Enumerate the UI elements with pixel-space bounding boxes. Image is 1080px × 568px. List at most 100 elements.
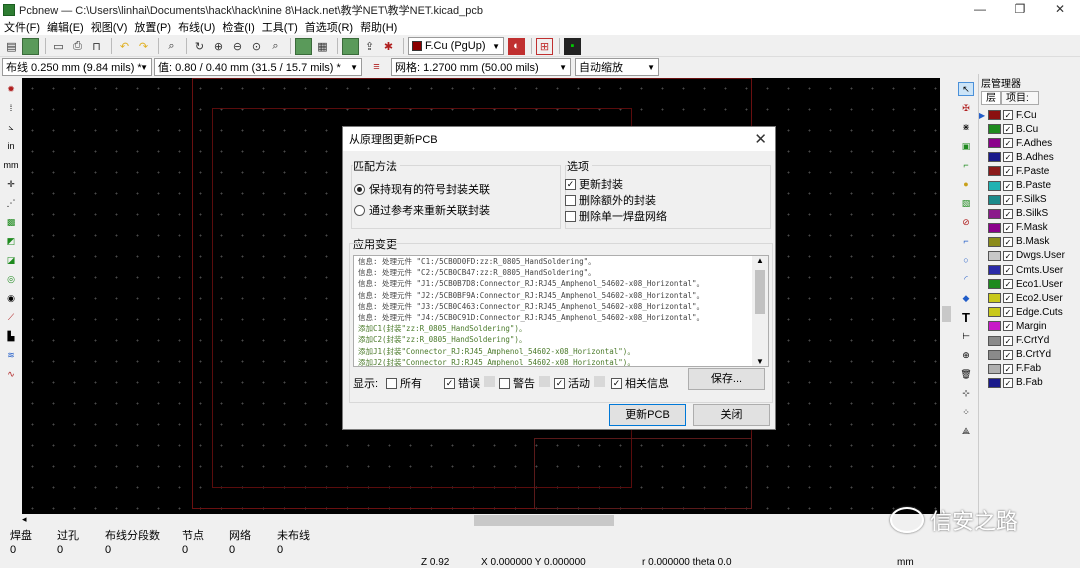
add-dimension-icon[interactable]: ⊢ xyxy=(958,329,974,343)
units-inch-icon[interactable]: in xyxy=(3,139,19,153)
tab-items[interactable]: 项目: xyxy=(1001,91,1039,105)
track-sketch-icon[interactable]: ⟋ xyxy=(3,310,19,324)
chevron-up-icon[interactable]: ▲ xyxy=(756,256,764,265)
radio-keep-associations[interactable]: 保持现有的符号封装关联 xyxy=(354,181,490,197)
highlight-net-icon[interactable]: ✠ xyxy=(958,101,974,115)
layer-visibility-checkbox[interactable]: ✓ xyxy=(1003,279,1013,290)
add-text-icon[interactable]: T xyxy=(958,310,974,325)
layer-row[interactable]: ✓ Eco1.User xyxy=(979,277,1080,291)
find-icon[interactable]: ⌕ xyxy=(163,38,180,55)
layer-row[interactable]: ✓ Dwgs.User xyxy=(979,249,1080,263)
zoom-out-icon[interactable]: ⊖ xyxy=(229,38,246,55)
layer-row[interactable]: ✓ Edge.Cuts xyxy=(979,305,1080,319)
layer-row[interactable]: ✓ B.Paste xyxy=(979,178,1080,192)
layer-color-swatch[interactable] xyxy=(988,166,1001,177)
page-settings-icon[interactable]: ▭ xyxy=(50,38,67,55)
netlist-icon[interactable] xyxy=(342,37,359,55)
horizontal-scrollbar[interactable]: ◂ xyxy=(22,514,940,527)
keepout-icon[interactable]: ⊘ xyxy=(958,215,974,229)
checkbox-delete-extra-footprints[interactable]: 删除额外的封装 xyxy=(565,192,656,208)
layer-row[interactable]: ✓ Cmts.User xyxy=(979,263,1080,277)
layer-color-swatch[interactable] xyxy=(988,265,1001,276)
restore-button[interactable]: ❐ xyxy=(1000,0,1040,19)
add-via-icon[interactable]: ● xyxy=(958,177,974,191)
add-circle-icon[interactable]: ○ xyxy=(958,253,974,267)
pad-sketch-icon[interactable]: ◎ xyxy=(3,272,19,286)
layer-row[interactable]: ✓ F.CrtYd xyxy=(979,334,1080,348)
layer-color-swatch[interactable] xyxy=(988,279,1001,290)
save-log-button[interactable]: 保存... xyxy=(688,368,765,390)
add-line-icon[interactable]: ⌐ xyxy=(958,234,974,248)
checkbox-update-footprints[interactable]: ✓ 更新封装 xyxy=(565,176,623,192)
layer-color-swatch[interactable] xyxy=(988,124,1001,135)
log-scrollbar[interactable]: ▲ ▼ xyxy=(752,256,768,366)
local-ratsnest-icon[interactable]: ⋇ xyxy=(958,120,974,134)
scroll-left-icon[interactable]: ◂ xyxy=(22,514,27,525)
filter-warning-checkbox[interactable]: 警告 xyxy=(499,375,535,391)
tab-layers[interactable]: 层 xyxy=(981,91,1001,105)
grid-origin-icon[interactable]: ⁘ xyxy=(958,405,974,419)
layer-visibility-checkbox[interactable]: ✓ xyxy=(1003,307,1013,318)
vertical-scrollbar[interactable] xyxy=(940,78,953,514)
refresh-icon[interactable]: ↻ xyxy=(191,38,208,55)
layer-visibility-checkbox[interactable]: ✓ xyxy=(1003,180,1013,191)
menu-inspect[interactable]: 检查(I) xyxy=(222,19,254,35)
zone-fill-icon[interactable]: ▩ xyxy=(3,215,19,229)
grid-toggle-icon[interactable]: ⁞ xyxy=(3,101,19,115)
scripting-console-icon[interactable]: ▪ xyxy=(564,37,581,55)
layer-row[interactable]: ✓ B.SilkS xyxy=(979,207,1080,221)
units-mm-icon[interactable]: mm xyxy=(3,158,19,172)
layer-row[interactable]: ✓ F.SilkS xyxy=(979,193,1080,207)
microwave-icon[interactable]: ∿ xyxy=(3,367,19,381)
route-track-icon[interactable]: ⌐ xyxy=(958,158,974,172)
layer-row[interactable]: ✓ B.Mask xyxy=(979,235,1080,249)
filter-all-checkbox[interactable]: 所有 xyxy=(386,375,422,391)
layer-color-swatch[interactable] xyxy=(988,349,1001,360)
zone-outline-icon[interactable]: ◩ xyxy=(3,234,19,248)
layer-visibility-checkbox[interactable]: ✓ xyxy=(1003,208,1013,219)
set-origin-icon[interactable]: ⊹ xyxy=(958,386,974,400)
layer-color-swatch[interactable] xyxy=(988,335,1001,346)
grid-combo[interactable]: 网格: 1.2700 mm (50.00 mils) ▼ xyxy=(391,58,571,76)
close-dialog-button[interactable]: 关闭 xyxy=(693,404,770,426)
layer-visibility-checkbox[interactable]: ✓ xyxy=(1003,250,1013,261)
layer-row[interactable]: ✓ F.Adhes xyxy=(979,136,1080,150)
add-footprint-icon[interactable]: ▣ xyxy=(958,139,974,153)
select-arrow-icon[interactable]: ↖ xyxy=(958,82,974,96)
layer-row[interactable]: ▶ ✓ F.Cu xyxy=(979,108,1080,122)
filter-action-checkbox[interactable]: ✓ 活动 xyxy=(554,375,590,391)
checkbox-delete-single-pad-nets[interactable]: 删除单一焊盘网络 xyxy=(565,208,667,224)
drc-icon[interactable]: ✱ xyxy=(380,38,397,55)
menu-view[interactable]: 视图(V) xyxy=(91,19,128,35)
close-window-button[interactable]: ✕ xyxy=(1040,0,1080,19)
zoom-selection-icon[interactable]: ⌕ xyxy=(267,38,284,55)
layer-row[interactable]: ✓ F.Paste xyxy=(979,164,1080,178)
layer-color-swatch[interactable] xyxy=(988,222,1001,233)
layer-visibility-checkbox[interactable]: ✓ xyxy=(1003,335,1013,346)
layer-color-swatch[interactable] xyxy=(988,377,1001,388)
layer-visibility-checkbox[interactable]: ✓ xyxy=(1003,293,1013,304)
drc-off-icon[interactable]: ✹ xyxy=(3,82,19,96)
zoom-fit-icon[interactable]: ⊙ xyxy=(248,38,265,55)
menu-edit[interactable]: 编辑(E) xyxy=(47,19,84,35)
layer-row[interactable]: ✓ B.Fab xyxy=(979,376,1080,390)
layer-row[interactable]: ✓ Margin xyxy=(979,319,1080,333)
message-log[interactable]: 信息: 处理元件 "C1:/5CB0D0FD:zz:R_0805_HandSol… xyxy=(353,255,769,367)
layer-color-swatch[interactable] xyxy=(988,180,1001,191)
autoplace-icon[interactable]: ⊞ xyxy=(536,37,553,55)
log-scroll-thumb[interactable] xyxy=(755,270,765,314)
menu-help[interactable]: 帮助(H) xyxy=(360,19,397,35)
add-target-icon[interactable]: ⊕ xyxy=(958,348,974,362)
layer-color-swatch[interactable] xyxy=(988,293,1001,304)
layer-color-swatch[interactable] xyxy=(988,321,1001,332)
measure-icon[interactable]: ⟁ xyxy=(958,424,974,438)
track-width-combo[interactable]: 布线 0.250 mm (9.84 mils) * ▼ xyxy=(2,58,152,76)
layer-visibility-checkbox[interactable]: ✓ xyxy=(1003,124,1013,135)
layer-visibility-checkbox[interactable]: ✓ xyxy=(1003,152,1013,163)
layer-visibility-checkbox[interactable]: ✓ xyxy=(1003,110,1013,121)
radio-relink-by-reference[interactable]: 通过参考来重新关联封装 xyxy=(354,202,490,218)
layer-color-swatch[interactable] xyxy=(988,138,1001,149)
layers-manager-icon[interactable]: ≋ xyxy=(3,348,19,362)
layer-color-swatch[interactable] xyxy=(988,152,1001,163)
layer-visibility-checkbox[interactable]: ✓ xyxy=(1003,166,1013,177)
